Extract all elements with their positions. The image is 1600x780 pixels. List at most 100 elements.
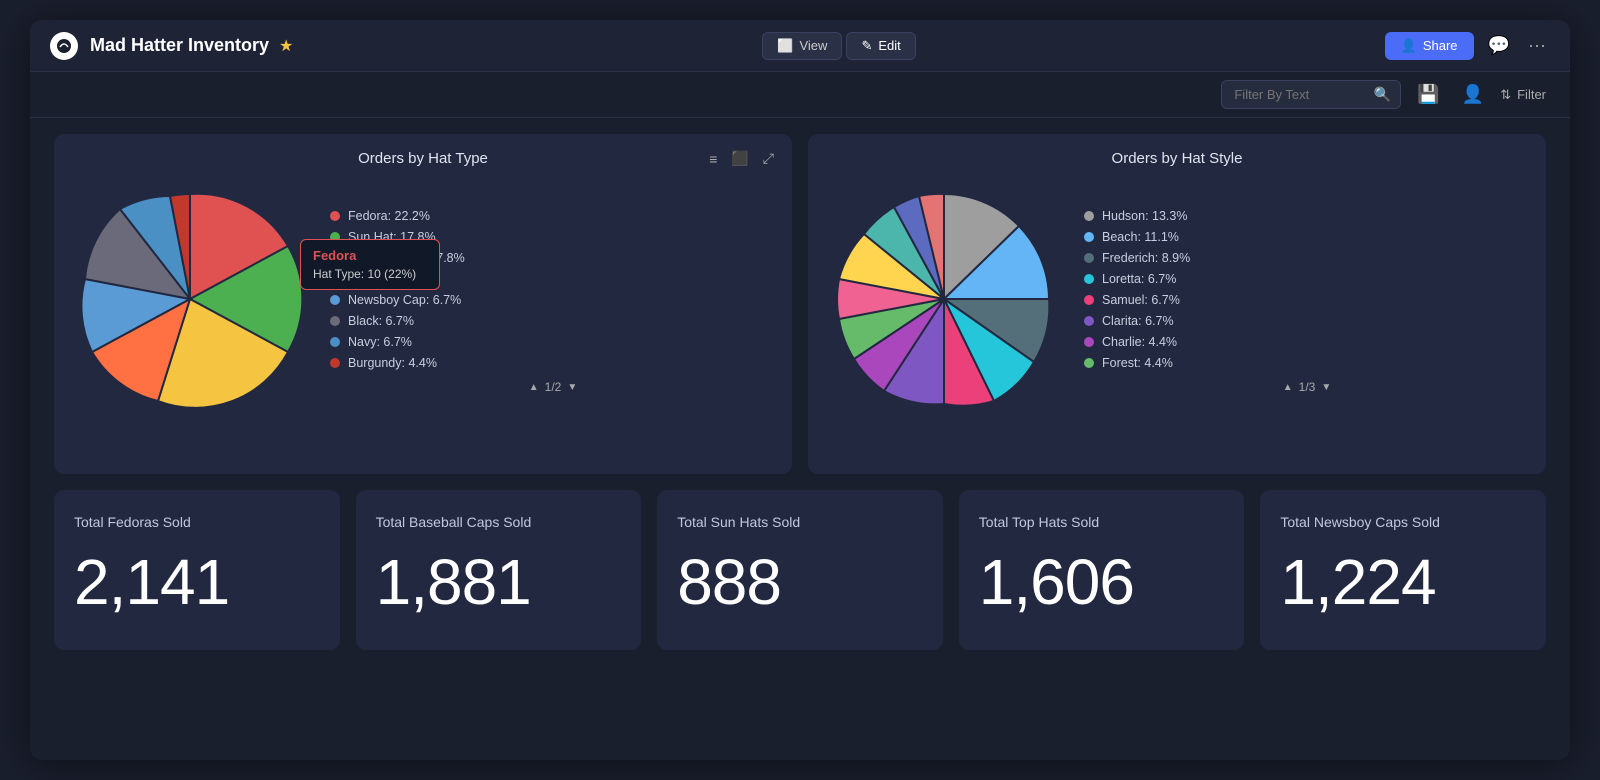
more-options-button[interactable]: ···	[1524, 31, 1550, 60]
chart1-pagination: ▲ 1/2 ▼	[330, 380, 776, 394]
black-label: Black: 6.7%	[348, 314, 414, 328]
clarita-dot	[1084, 316, 1094, 326]
chart2-pagination: ▲ 1/3 ▼	[1084, 380, 1530, 394]
stat-card-fedoras: Total Fedoras Sold 2,141	[54, 490, 340, 650]
hat-type-chart-inner: Fedora Hat Type: 10 (22%)	[70, 179, 776, 424]
legend-item-navy: Navy: 6.7%	[330, 335, 776, 349]
burgundy-label: Burgundy: 4.4%	[348, 356, 437, 370]
navy-label: Navy: 6.7%	[348, 335, 412, 349]
forest-label: Forest: 4.4%	[1102, 356, 1173, 370]
stat-card-tophats: Total Top Hats Sold 1,606	[959, 490, 1245, 650]
top-nav: Mad Hatter Inventory ★ ⬜ View ✎ Edit 👤 S…	[30, 20, 1570, 72]
stat-value-sunhats: 888	[677, 550, 781, 614]
chart2-prev-button[interactable]: ▲	[1283, 382, 1293, 393]
stat-label-tophats: Total Top Hats Sold	[979, 514, 1099, 530]
loretta-label: Loretta: 6.7%	[1102, 272, 1176, 286]
charlie-label: Charlie: 4.4%	[1102, 335, 1177, 349]
legend-item-samuel: Samuel: 6.7%	[1084, 293, 1530, 307]
chart1-page: 1/2	[545, 380, 562, 394]
clarita-label: Clarita: 6.7%	[1102, 314, 1174, 328]
chart1-next-button[interactable]: ▼	[567, 382, 577, 393]
stat-label-baseball: Total Baseball Caps Sold	[376, 514, 532, 530]
stat-card-baseball: Total Baseball Caps Sold 1,881	[356, 490, 642, 650]
legend-item-forest: Forest: 4.4%	[1084, 356, 1530, 370]
charlie-dot	[1084, 337, 1094, 347]
share-icon: 👤	[1401, 38, 1417, 54]
filter-input-wrap: 🔍	[1221, 80, 1401, 109]
view-button[interactable]: ⬜ View	[762, 32, 842, 60]
legend-item-charlie: Charlie: 4.4%	[1084, 335, 1530, 349]
stats-row: Total Fedoras Sold 2,141 Total Baseball …	[54, 490, 1546, 650]
chart2-page: 1/3	[1299, 380, 1316, 394]
hat-type-pie-svg	[70, 179, 310, 419]
filter-button[interactable]: ⇅ Filter	[1500, 87, 1546, 103]
black-dot	[330, 316, 340, 326]
hat-type-chart-title: Orders by Hat Type	[70, 150, 776, 167]
hudson-dot	[1084, 211, 1094, 221]
legend-item-hudson: Hudson: 13.3%	[1084, 209, 1530, 223]
hat-style-pie-svg	[824, 179, 1064, 419]
chart1-expand-icon[interactable]: ⤢	[759, 148, 778, 169]
app-container: Mad Hatter Inventory ★ ⬜ View ✎ Edit 👤 S…	[30, 20, 1570, 760]
hat-style-chart-title: Orders by Hat Style	[824, 150, 1530, 167]
legend-item-newsboy: Newsboy Cap: 6.7%	[330, 293, 776, 307]
stat-card-sunhats: Total Sun Hats Sold 888	[657, 490, 943, 650]
beach-dot	[1084, 232, 1094, 242]
app-logo	[50, 32, 78, 60]
legend-item-frederich: Frederich: 8.9%	[1084, 251, 1530, 265]
fedora-tooltip: Fedora Hat Type: 10 (22%)	[300, 239, 440, 290]
beach-label: Beach: 11.1%	[1102, 230, 1179, 244]
fedora-dot	[330, 211, 340, 221]
filter-icon: ⇅	[1500, 87, 1511, 103]
hat-style-chart-panel: Orders by Hat Style	[808, 134, 1546, 474]
share-button[interactable]: 👤 Share	[1385, 32, 1474, 60]
hat-type-legend: Fedora: 22.2% Sun Hat: 17.8% Baseball Ca…	[330, 209, 776, 394]
stat-value-fedoras: 2,141	[74, 550, 229, 614]
legend-item-beach: Beach: 11.1%	[1084, 230, 1530, 244]
forest-dot	[1084, 358, 1094, 368]
app-title: Mad Hatter Inventory	[90, 35, 269, 56]
fedora-label: Fedora: 22.2%	[348, 209, 430, 223]
newsboy-dot	[330, 295, 340, 305]
stat-card-newsboy: Total Newsboy Caps Sold 1,224	[1260, 490, 1546, 650]
stat-value-baseball: 1,881	[376, 550, 531, 614]
chart1-list-icon[interactable]: ≡	[705, 148, 721, 169]
edit-icon: ✎	[861, 38, 872, 54]
legend-item-black: Black: 6.7%	[330, 314, 776, 328]
tooltip-body: Hat Type: 10 (22%)	[313, 267, 427, 281]
user-icon-button[interactable]: 👤	[1456, 80, 1490, 109]
hat-style-legend: Hudson: 13.3% Beach: 11.1% Frederich: 8.…	[1084, 209, 1530, 394]
search-icon: 🔍	[1374, 86, 1391, 103]
newsboy-label: Newsboy Cap: 6.7%	[348, 293, 461, 307]
legend-item-loretta: Loretta: 6.7%	[1084, 272, 1530, 286]
chart1-grid-icon[interactable]: ⬛	[727, 148, 752, 169]
hat-style-pie-area	[824, 179, 1064, 424]
main-content: Orders by Hat Type ≡ ⬛ ⤢ Fedora Hat Type…	[30, 118, 1570, 666]
navy-dot	[330, 337, 340, 347]
frederich-label: Frederich: 8.9%	[1102, 251, 1190, 265]
stat-value-tophats: 1,606	[979, 550, 1134, 614]
chart2-next-button[interactable]: ▼	[1321, 382, 1331, 393]
stat-label-sunhats: Total Sun Hats Sold	[677, 514, 800, 530]
comment-button[interactable]: 💬	[1484, 31, 1514, 60]
legend-item-clarita: Clarita: 6.7%	[1084, 314, 1530, 328]
stat-label-fedoras: Total Fedoras Sold	[74, 514, 191, 530]
loretta-dot	[1084, 274, 1094, 284]
hat-type-pie-area: Fedora Hat Type: 10 (22%)	[70, 179, 310, 424]
view-icon: ⬜	[777, 38, 793, 54]
samuel-dot	[1084, 295, 1094, 305]
hat-type-chart-panel: Orders by Hat Type ≡ ⬛ ⤢ Fedora Hat Type…	[54, 134, 792, 474]
nav-right: 👤 Share 💬 ···	[1385, 31, 1550, 60]
samuel-label: Samuel: 6.7%	[1102, 293, 1180, 307]
favorite-star[interactable]: ★	[279, 36, 293, 56]
save-icon-button[interactable]: 💾	[1411, 80, 1445, 109]
hat-style-chart-inner: Hudson: 13.3% Beach: 11.1% Frederich: 8.…	[824, 179, 1530, 424]
toolbar: 🔍 💾 👤 ⇅ Filter	[30, 72, 1570, 118]
legend-item-fedora: Fedora: 22.2%	[330, 209, 776, 223]
nav-center-buttons: ⬜ View ✎ Edit	[762, 32, 915, 60]
stat-value-newsboy: 1,224	[1280, 550, 1435, 614]
stat-label-newsboy: Total Newsboy Caps Sold	[1280, 514, 1440, 530]
edit-button[interactable]: ✎ Edit	[846, 32, 915, 60]
charts-row: Orders by Hat Type ≡ ⬛ ⤢ Fedora Hat Type…	[54, 134, 1546, 474]
chart1-prev-button[interactable]: ▲	[529, 382, 539, 393]
